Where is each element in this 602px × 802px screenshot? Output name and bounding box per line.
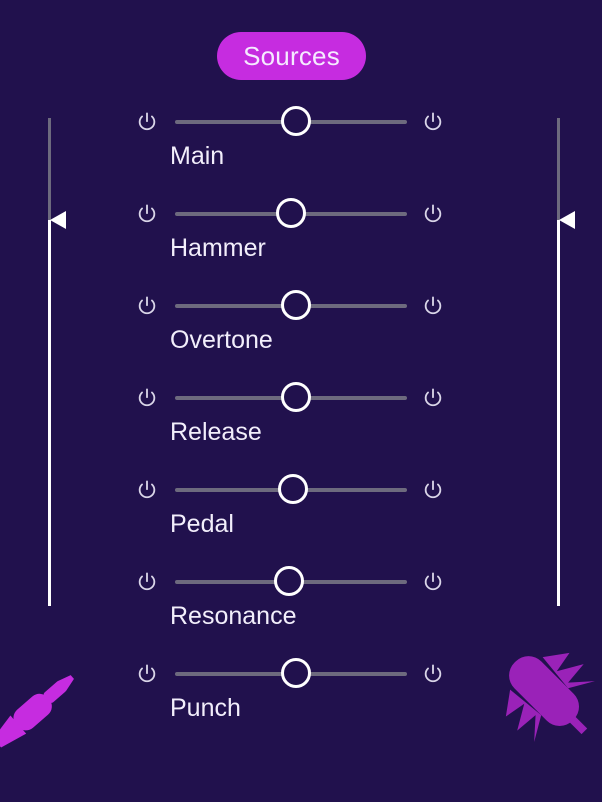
power-icon-hammer-left[interactable] xyxy=(136,203,158,225)
source-slider-thumb[interactable] xyxy=(276,198,306,228)
source-slider-hammer[interactable] xyxy=(175,198,407,230)
header: Sources xyxy=(0,0,602,110)
source-slider-thumb[interactable] xyxy=(280,106,311,136)
source-row-release: Release xyxy=(0,376,602,468)
source-row-label: Release xyxy=(170,418,262,446)
source-row-hammer: Hammer xyxy=(0,192,602,284)
source-row-label: Hammer xyxy=(170,234,266,262)
sources-button[interactable]: Sources xyxy=(217,32,366,80)
power-icon-overtone-left[interactable] xyxy=(136,295,158,317)
power-icon-release-right[interactable] xyxy=(422,387,444,409)
source-slider-thumb[interactable] xyxy=(273,566,304,596)
source-slider-resonance[interactable] xyxy=(175,566,407,598)
source-row-controls xyxy=(0,106,602,138)
power-icon-main-left[interactable] xyxy=(136,111,158,133)
power-icon-punch-left[interactable] xyxy=(136,663,158,685)
power-icon-pedal-left[interactable] xyxy=(136,479,158,501)
microphone-icon[interactable] xyxy=(496,640,602,752)
source-slider-punch[interactable] xyxy=(175,658,407,690)
source-slider-thumb[interactable] xyxy=(280,382,311,412)
source-row-label: Pedal xyxy=(170,510,234,538)
source-row-resonance: Resonance xyxy=(0,560,602,652)
power-icon-release-left[interactable] xyxy=(136,387,158,409)
source-slider-pedal[interactable] xyxy=(175,474,407,506)
source-slider-overtone[interactable] xyxy=(175,290,407,322)
source-row-label: Main xyxy=(170,142,225,170)
source-slider-thumb[interactable] xyxy=(280,290,311,320)
power-icon-punch-right[interactable] xyxy=(422,663,444,685)
source-row-overtone: Overtone xyxy=(0,284,602,376)
source-row-main: Main xyxy=(0,100,602,192)
source-row-label: Resonance xyxy=(170,602,297,630)
source-slider-thumb[interactable] xyxy=(280,658,311,688)
power-icon-pedal-right[interactable] xyxy=(422,479,444,501)
source-row-label: Overtone xyxy=(170,326,273,354)
power-icon-resonance-left[interactable] xyxy=(136,571,158,593)
source-row-controls xyxy=(0,474,602,506)
source-row-controls xyxy=(0,290,602,322)
power-icon-hammer-right[interactable] xyxy=(422,203,444,225)
source-slider-thumb[interactable] xyxy=(278,474,309,504)
power-icon-resonance-right[interactable] xyxy=(422,571,444,593)
sources-panel: Sources Main Hammer Overtone Release Ped… xyxy=(0,0,602,802)
source-slider-release[interactable] xyxy=(175,382,407,414)
source-row-controls xyxy=(0,198,602,230)
audio-jack-icon[interactable] xyxy=(0,650,88,750)
source-row-controls xyxy=(0,382,602,414)
source-row-label: Punch xyxy=(170,694,241,722)
power-icon-overtone-right[interactable] xyxy=(422,295,444,317)
source-row-pedal: Pedal xyxy=(0,468,602,560)
source-row-controls xyxy=(0,566,602,598)
power-icon-main-right[interactable] xyxy=(422,111,444,133)
source-slider-main[interactable] xyxy=(175,106,407,138)
